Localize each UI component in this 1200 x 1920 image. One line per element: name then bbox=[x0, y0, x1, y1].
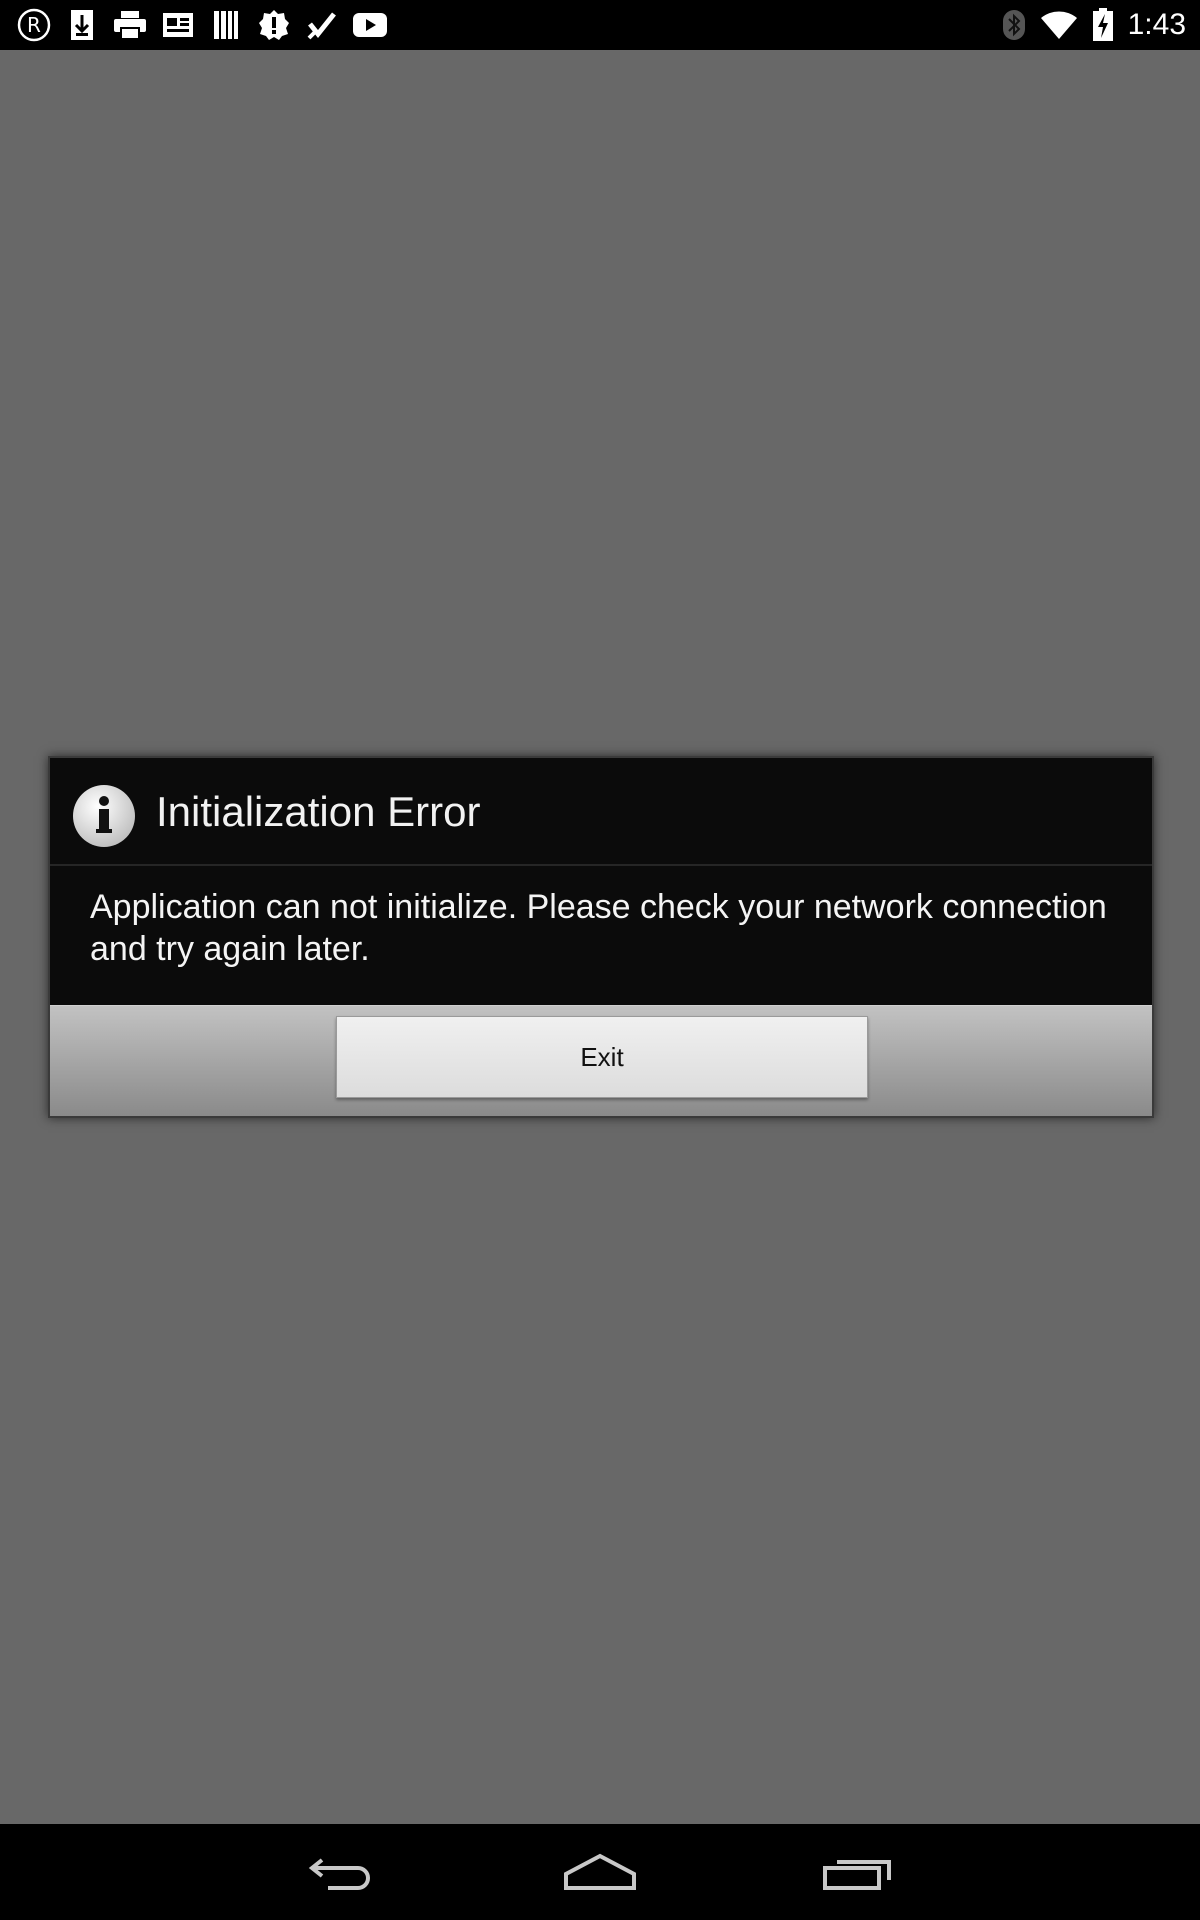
info-icon bbox=[72, 784, 136, 848]
back-icon[interactable] bbox=[298, 1844, 388, 1900]
clock: 1:43 bbox=[1127, 8, 1186, 41]
navigation-bar bbox=[0, 1824, 1200, 1920]
wifi-icon bbox=[1040, 8, 1078, 42]
dialog-title: Initialization Error bbox=[156, 788, 481, 835]
library-icon bbox=[208, 8, 244, 42]
bluetooth-icon bbox=[1002, 8, 1026, 42]
svg-text:R: R bbox=[27, 13, 41, 37]
registered-r-icon: R bbox=[16, 8, 52, 42]
checkmark-icon bbox=[304, 8, 340, 42]
home-icon[interactable] bbox=[555, 1844, 645, 1900]
status-bar: R 1:43 bbox=[0, 0, 1200, 50]
dialog-message: Application can not initialize. Please c… bbox=[90, 888, 1107, 968]
recent-apps-icon[interactable] bbox=[812, 1844, 902, 1900]
dialog-button-bar: Exit bbox=[50, 1005, 1152, 1116]
error-dialog: Initialization Error Application can not… bbox=[48, 756, 1154, 1118]
printer-icon bbox=[112, 8, 148, 42]
dialog-header: Initialization Error bbox=[50, 758, 1152, 866]
exit-button[interactable]: Exit bbox=[336, 1016, 868, 1098]
battery-charging-icon bbox=[1092, 8, 1114, 42]
news-icon bbox=[160, 8, 196, 42]
youtube-icon bbox=[352, 8, 388, 42]
notification-icons: R bbox=[16, 8, 400, 42]
alert-badge-icon bbox=[256, 8, 292, 42]
download-icon bbox=[64, 8, 100, 42]
system-icons: 1:43 bbox=[1002, 8, 1186, 42]
screen: R 1:43 Initialization Error Application … bbox=[0, 0, 1200, 1920]
